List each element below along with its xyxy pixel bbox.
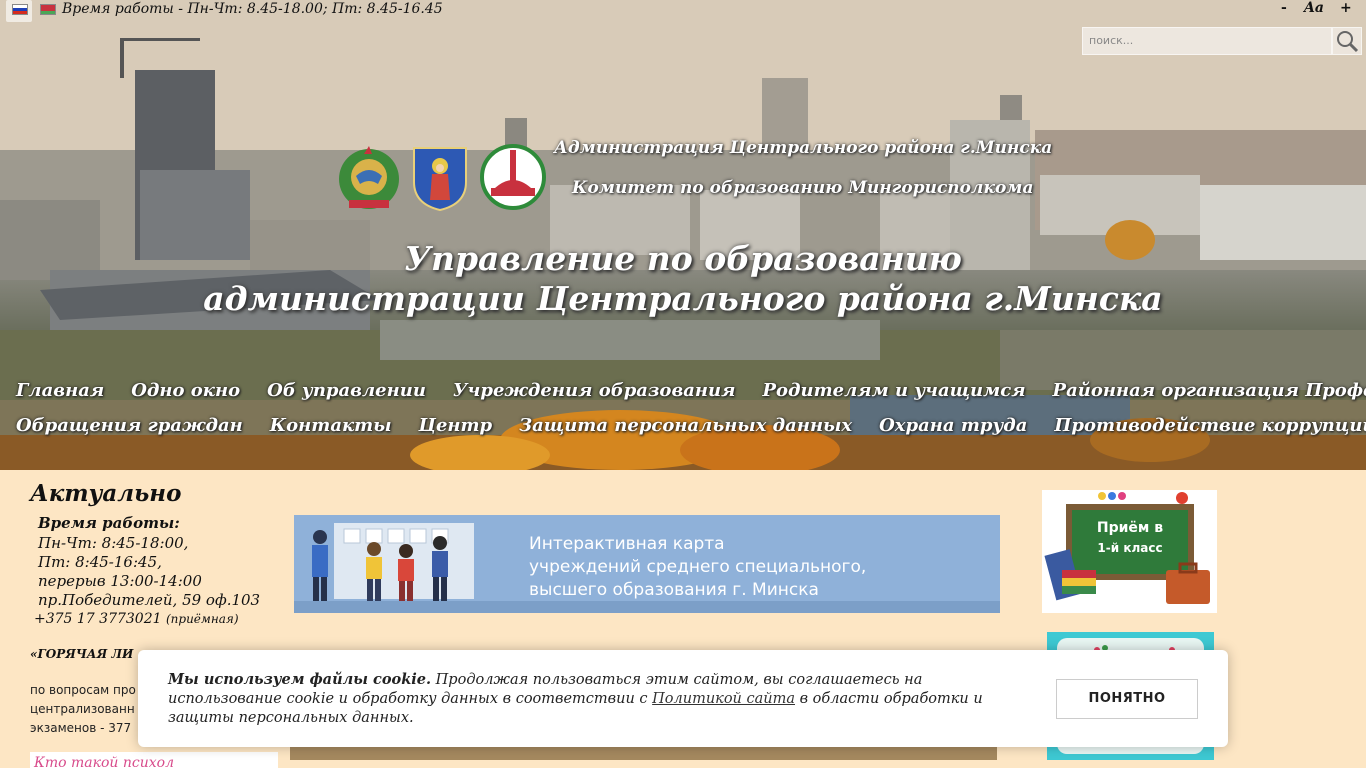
nav-one-window[interactable]: Одно окно: [131, 380, 240, 401]
nav-citizen-appeals[interactable]: Обращения граждан: [16, 415, 243, 436]
nav-anti-corruption[interactable]: Противодействие коррупции: [1054, 415, 1366, 436]
belarus-flag-icon[interactable]: [40, 4, 56, 15]
interactive-map-banner[interactable]: Интерактивная карта учреждений среднего …: [294, 515, 1000, 613]
hotline-heading: «ГОРЯЧАЯ ЛИ: [30, 647, 134, 661]
nav-trade-union[interactable]: Районная организация Профсоюза: [1053, 380, 1366, 401]
org-line-administration[interactable]: Администрация Центрального района г.Минс…: [554, 138, 1052, 158]
hotline-text-line: экзаменов - 377: [30, 721, 132, 735]
site-title-line2: администрации Центрального района г.Минс…: [203, 279, 1163, 318]
central-district-logo-icon: [480, 144, 546, 210]
svg-text:Приём в: Приём в: [1097, 520, 1163, 536]
hotline-text-line: централизованн: [30, 702, 135, 716]
minsk-coat-of-arms-icon: [413, 147, 467, 212]
work-hours-title: Время работы:: [38, 514, 180, 532]
actual-heading: Актуально: [30, 480, 182, 507]
font-size-label[interactable]: Aa: [1304, 0, 1324, 16]
cookie-message: Мы используем файлы cookie. Продолжая по…: [168, 671, 983, 726]
work-hours-line: Пн-Чт: 8:45-18:00,: [38, 534, 189, 552]
site-title-line1: Управление по образованию: [404, 239, 962, 278]
org-line-committee[interactable]: Комитет по образованию Мингорисполкома: [572, 178, 1033, 198]
nav-institutions[interactable]: Учреждения образования: [453, 380, 736, 401]
main-nav-row1: Главная Одно окно Об управлении Учреждения …: [16, 380, 1366, 401]
cookie-consent-dialog: Мы используем файлы cookie. Продолжая по…: [138, 650, 1228, 747]
privacy-policy-link[interactable]: Политикой сайта: [652, 691, 795, 707]
search-button[interactable]: [1332, 27, 1362, 55]
svg-text:1-й класс: 1-й класс: [1097, 541, 1162, 555]
nav-contacts[interactable]: Контакты: [270, 415, 392, 436]
search-icon: [1337, 31, 1359, 53]
header-hero: Время работы - Пн-Чт: 8.45-18.00; Пт: 8.…: [0, 0, 1366, 470]
main-nav-row2: Обращения граждан Контакты Центр Защита пер…: [16, 415, 1366, 436]
reception-phone: +375 17 3773021 (приёмная): [34, 611, 239, 627]
hotline-text-line: по вопросам про: [30, 683, 136, 697]
search-input[interactable]: поиск...: [1082, 27, 1332, 55]
chalkboard-icon: Приём в 1-й класс: [1042, 490, 1217, 613]
belarus-emblem-icon: [339, 146, 399, 209]
first-grade-admission-banner[interactable]: Приём в 1-й класс: [1042, 490, 1217, 613]
psychologist-banner[interactable]: Кто такой психол: [30, 752, 278, 768]
address-line: пр.Победителей, 59 оф.103: [38, 591, 261, 609]
nav-labor-safety[interactable]: Охрана труда: [879, 415, 1027, 436]
work-hours-line: Пт: 8:45-16:45,: [38, 553, 162, 571]
top-work-hours: Время работы - Пн-Чт: 8.45-18.00; Пт: 8.…: [62, 1, 443, 17]
map-banner-text: Интерактивная карта учреждений среднего …: [529, 534, 867, 600]
font-decrease-button[interactable]: -: [1281, 0, 1287, 16]
top-bar: Время работы - Пн-Чт: 8.45-18.00; Пт: 8.…: [0, 0, 1366, 24]
cookie-accept-button[interactable]: ПОНЯТНО: [1056, 679, 1198, 719]
left-sidebar: Актуально: [30, 480, 290, 507]
nav-personal-data[interactable]: Защита персональных данных: [519, 415, 852, 436]
russian-flag-icon[interactable]: [12, 4, 28, 15]
nav-about[interactable]: Об управлении: [267, 380, 426, 401]
nav-home[interactable]: Главная: [16, 380, 104, 401]
work-hours-line: перерыв 13:00-14:00: [38, 572, 202, 590]
nav-parents-students[interactable]: Родителям и учащимся: [762, 380, 1025, 401]
font-increase-button[interactable]: +: [1340, 0, 1352, 16]
nav-center[interactable]: Центр: [419, 415, 493, 436]
